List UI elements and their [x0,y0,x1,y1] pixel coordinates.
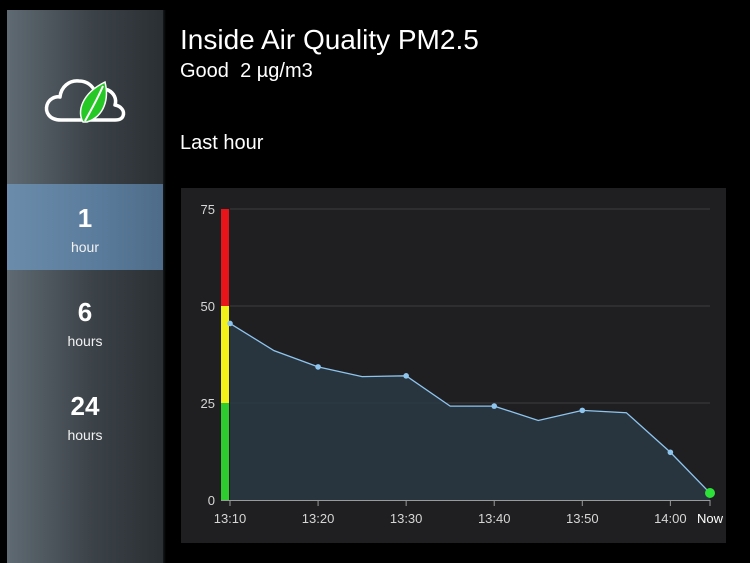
range-unit: hour [70,239,100,255]
range-unit: hours [67,333,103,349]
range-1-hour-button[interactable]: 1 hour [7,184,163,270]
app-frame: 1 hour 6 hours 24 hours Inside Air Quali… [0,0,750,563]
range-number: 1 [77,203,93,233]
current-value-point [705,488,715,499]
data-point [403,373,409,379]
y-tick-label: 75 [201,202,215,217]
data-point [579,407,586,414]
pm25-chart: 75 50 25 0 13:10 13:20 13:30 13:40 13:50 14:00 Now [181,188,726,543]
cloud-leaf-icon [43,72,127,128]
status-text: Good [180,60,229,82]
x-tick-label: Now [697,511,724,526]
level-band-green [221,403,229,500]
series-area [230,323,710,500]
data-point [491,403,498,409]
data-point [315,364,321,370]
range-24-hours-button[interactable]: 24 hours [7,372,163,458]
range-unit: hours [67,427,103,443]
period-label: Last hour [180,132,264,154]
air-quality-status: Good 2 µg/m3 [180,59,313,83]
level-band-red [221,209,229,306]
range-number: 24 [70,391,100,421]
x-tick-label: 13:30 [390,511,423,526]
y-tick-label: 50 [201,299,215,314]
page-title: Inside Air Quality PM2.5 [180,24,479,55]
level-band-yellow [221,306,229,403]
x-tick-label: 13:20 [302,511,335,526]
data-point [667,449,674,456]
range-number: 6 [77,297,93,327]
range-6-hours-button[interactable]: 6 hours [7,278,163,364]
y-tick-label: 25 [201,396,215,411]
x-tick-label: 13:50 [566,511,599,526]
chart-svg: 75 50 25 0 13:10 13:20 13:30 13:40 13:50 14:00 Now [201,202,724,526]
x-tick-label: 13:10 [214,511,247,526]
data-point [227,320,233,327]
sidebar: 1 hour 6 hours 24 hours [7,10,166,563]
x-tick-label: 14:00 [654,511,687,526]
x-tick-label: 13:40 [478,511,511,526]
y-tick-label: 0 [208,493,215,508]
status-value: 2 µg/m3 [240,60,313,82]
